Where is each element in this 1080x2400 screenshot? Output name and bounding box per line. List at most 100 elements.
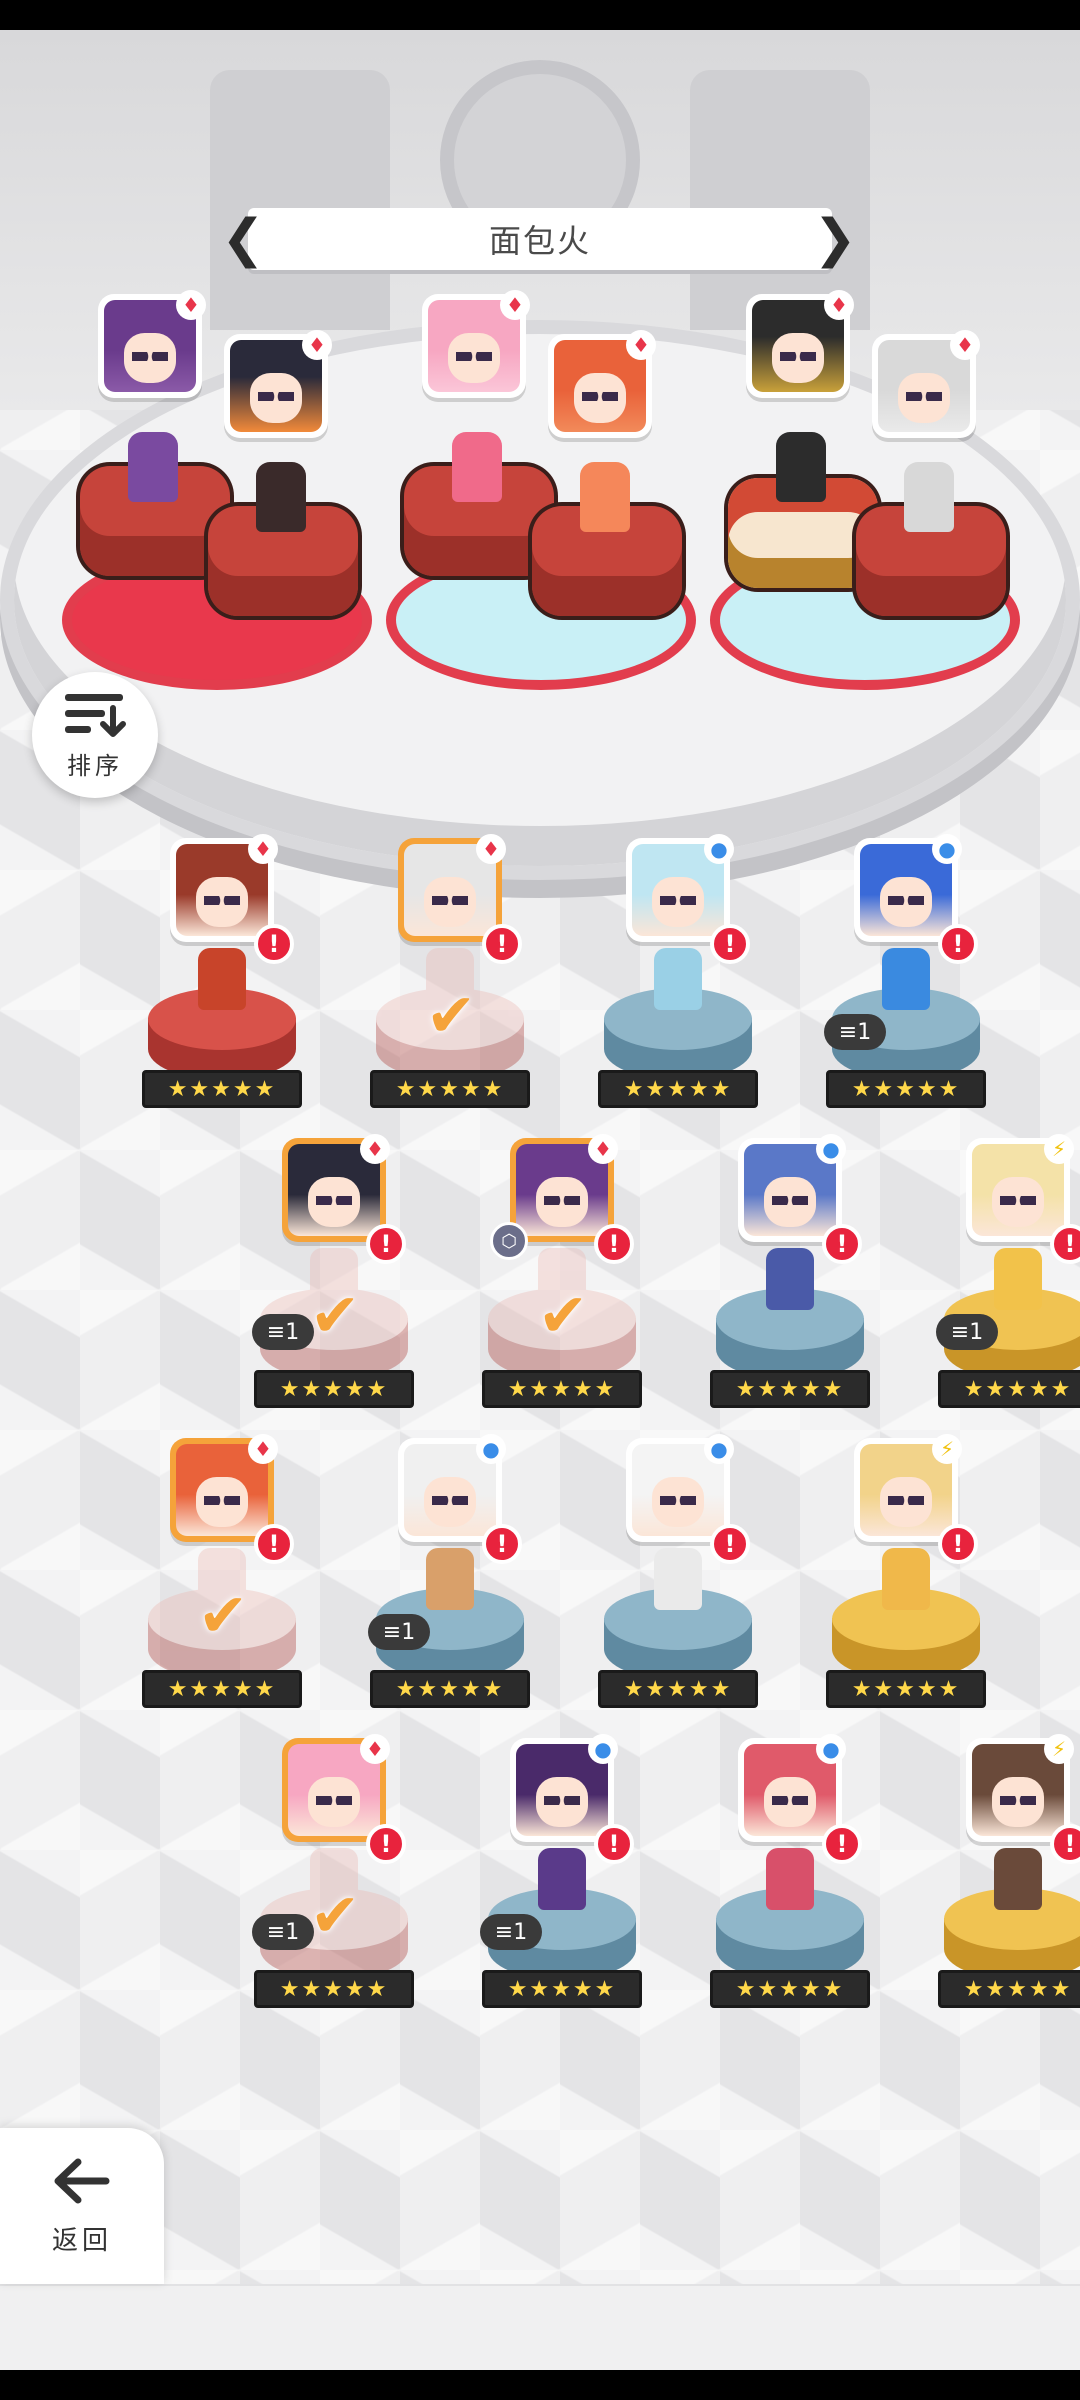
star-rating: ★★★★★: [710, 1970, 870, 2008]
upgrade-alert-icon: !: [822, 1824, 862, 1864]
star-rating: ★★★★★: [254, 1970, 414, 2008]
upgrade-alert-icon: !: [594, 1824, 634, 1864]
star-rating: ★★★★★: [142, 1070, 302, 1108]
upgrade-alert-icon: !: [1050, 1224, 1080, 1264]
light-element-icon: ⚡: [932, 1434, 962, 1464]
star-rating: ★★★★★: [938, 1970, 1080, 2008]
fire-element-icon: ♦: [476, 834, 506, 864]
status-bar: [0, 0, 1080, 30]
hero-sprite: [654, 948, 702, 1010]
star-rating-text: ★★★★★: [851, 1076, 961, 1102]
upgrade-alert-icon: !: [1050, 1824, 1080, 1864]
upgrade-alert-icon: !: [710, 1524, 750, 1564]
team-member-portrait[interactable]: ♦: [224, 330, 332, 438]
upgrade-alert-icon: !: [938, 924, 978, 964]
hero-portrait[interactable]: ⚡!: [966, 1734, 1080, 1864]
hero-portrait[interactable]: ♦!: [282, 1134, 406, 1264]
upgrade-alert-icon: !: [822, 1224, 862, 1264]
star-rating: ★★★★★: [370, 1670, 530, 1708]
star-rating-text: ★★★★★: [279, 1976, 389, 2002]
next-team-arrow-icon[interactable]: ❯: [813, 208, 857, 270]
hero-sprite: [994, 1848, 1042, 1910]
hero-portrait[interactable]: ♦!: [282, 1734, 406, 1864]
star-rating: ★★★★★: [370, 1070, 530, 1108]
hero-portrait[interactable]: ♦!: [170, 834, 294, 964]
upgrade-alert-icon: !: [594, 1224, 634, 1264]
hero-portrait[interactable]: ●!: [626, 1434, 750, 1564]
hero-portrait[interactable]: ⚡!: [966, 1134, 1080, 1264]
hero-sprite: [882, 1548, 930, 1610]
hero-sprite: [994, 1248, 1042, 1310]
star-rating: ★★★★★: [826, 1670, 986, 1708]
back-arrow-icon: [54, 2158, 110, 2203]
hero-portrait[interactable]: ●!: [738, 1134, 862, 1264]
fire-element-icon: ♦: [626, 330, 656, 360]
star-rating-text: ★★★★★: [735, 1976, 845, 2002]
star-rating: ★★★★★: [710, 1370, 870, 1408]
team-member-portrait[interactable]: ♦: [98, 290, 206, 398]
fire-element-icon: ♦: [360, 1734, 390, 1764]
team-member-portrait[interactable]: ♦: [422, 290, 530, 398]
water-element-icon: ●: [816, 1734, 846, 1764]
in-team-check-icon: ✔: [197, 1581, 249, 1651]
fire-element-icon: ♦: [302, 330, 332, 360]
hero-portrait[interactable]: ●!: [626, 834, 750, 964]
hero-portrait[interactable]: ♦!: [510, 1134, 634, 1264]
star-rating-text: ★★★★★: [395, 1676, 505, 1702]
hero-sprite: [580, 462, 630, 532]
hero-portrait[interactable]: ♦!: [170, 1434, 294, 1564]
water-element-icon: ●: [704, 1434, 734, 1464]
team-member-portrait[interactable]: ♦: [872, 330, 980, 438]
hero-sprite: [426, 1548, 474, 1610]
in-team-check-icon: ✔: [537, 1281, 589, 1351]
star-rating: ★★★★★: [598, 1070, 758, 1108]
fire-element-icon: ♦: [824, 290, 854, 320]
hero-portrait[interactable]: ●!: [854, 834, 978, 964]
hero-sprite: [882, 948, 930, 1010]
upgrade-alert-icon: !: [366, 1824, 406, 1864]
star-rating-text: ★★★★★: [963, 1976, 1073, 2002]
back-button[interactable]: 返回: [0, 2128, 164, 2284]
star-rating-text: ★★★★★: [963, 1376, 1073, 1402]
prev-team-arrow-icon[interactable]: ❮: [221, 208, 265, 270]
wall-pillar-left: [210, 70, 390, 330]
star-rating-text: ★★★★★: [735, 1376, 845, 1402]
star-rating: ★★★★★: [142, 1670, 302, 1708]
star-rating-text: ★★★★★: [167, 1676, 277, 1702]
upgrade-alert-icon: !: [254, 1524, 294, 1564]
water-element-icon: ●: [816, 1134, 846, 1164]
star-rating: ★★★★★: [938, 1370, 1080, 1408]
star-rating: ★★★★★: [826, 1070, 986, 1108]
team-member-portrait[interactable]: ♦: [548, 330, 656, 438]
star-rating-text: ★★★★★: [507, 1976, 617, 2002]
duplicate-count-badge: ≡1: [480, 1914, 542, 1950]
light-element-icon: ⚡: [1044, 1134, 1074, 1164]
team-formation-scene: ❮ 面包火 ❯ ♦ ♦ ♦ ♦ ♦ ♦ 排序 ★★★★★ ♦ ! ★★★★★ ✔…: [0, 30, 1080, 2370]
hero-portrait[interactable]: ●!: [510, 1734, 634, 1864]
team-name: 面包火: [488, 222, 591, 260]
duplicate-count-badge: ≡1: [936, 1314, 998, 1350]
team-member-portrait[interactable]: ♦: [746, 290, 854, 398]
duplicate-count-badge: ≡1: [368, 1614, 430, 1650]
hero-portrait[interactable]: ♦!: [398, 834, 522, 964]
water-element-icon: ●: [932, 834, 962, 864]
sort-button[interactable]: 排序: [32, 672, 158, 798]
light-element-icon: ⚡: [1044, 1734, 1074, 1764]
sort-label: 排序: [67, 751, 123, 780]
hero-sprite: [766, 1248, 814, 1310]
upgrade-alert-icon: !: [254, 924, 294, 964]
water-element-icon: ●: [588, 1734, 618, 1764]
hero-sprite: [538, 1848, 586, 1910]
star-rating-text: ★★★★★: [623, 1076, 733, 1102]
star-rating-text: ★★★★★: [395, 1076, 505, 1102]
hero-portrait[interactable]: ⚡!: [854, 1434, 978, 1564]
hero-portrait[interactable]: ●!: [398, 1434, 522, 1564]
upgrade-alert-icon: !: [938, 1524, 978, 1564]
hero-sprite: [654, 1548, 702, 1610]
hero-portrait[interactable]: ●!: [738, 1734, 862, 1864]
fire-element-icon: ♦: [248, 1434, 278, 1464]
back-label: 返回: [51, 2225, 112, 2256]
upgrade-alert-icon: !: [482, 1524, 522, 1564]
duplicate-count-badge: ≡1: [252, 1314, 314, 1350]
duplicate-count-badge: ≡1: [252, 1914, 314, 1950]
